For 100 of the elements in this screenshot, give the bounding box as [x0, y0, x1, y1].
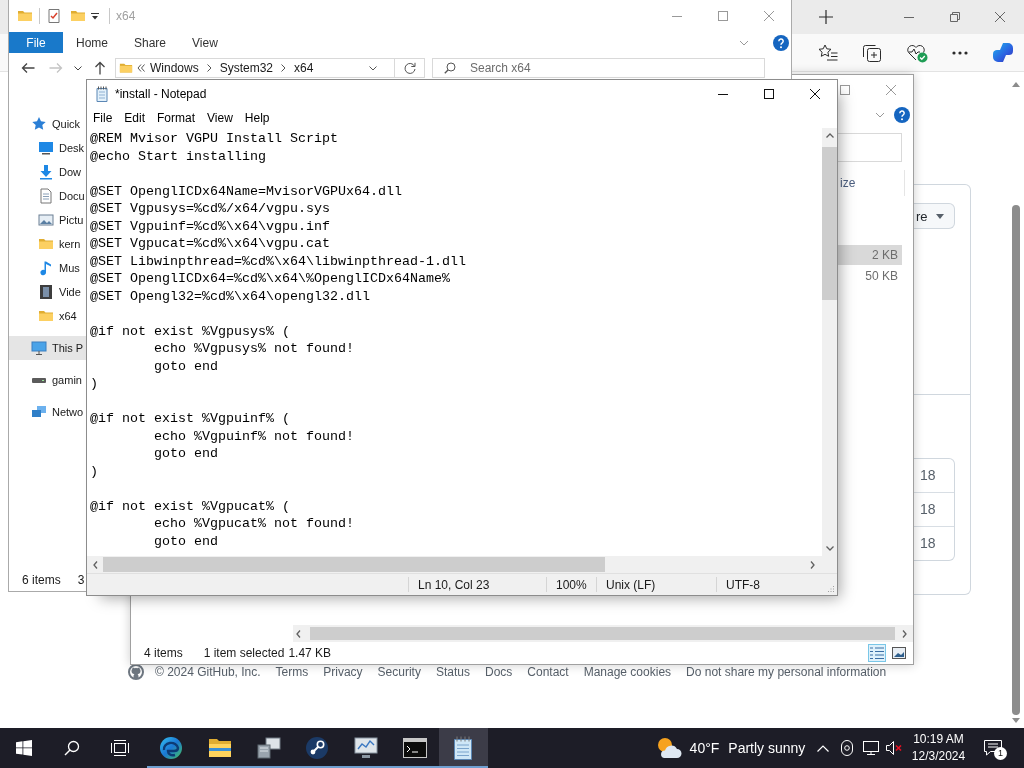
scroll-down-icon[interactable] [1012, 718, 1020, 723]
maximize-icon[interactable] [764, 89, 774, 99]
code-line: @SET Vgpusys=%cd%/x64/vgpu.sys [90, 200, 330, 218]
restore-icon[interactable] [950, 12, 960, 22]
folder-icon [38, 308, 54, 324]
address-bar[interactable]: Windows System32 x64 [115, 58, 395, 78]
footer-link[interactable]: Privacy [323, 665, 363, 679]
ribbon-tab[interactable]: Share [121, 32, 180, 53]
download-icon [38, 164, 54, 180]
breadcrumb[interactable]: System32 [219, 61, 274, 75]
sun-cloud-icon[interactable] [655, 737, 682, 759]
gradient-logo-icon[interactable] [992, 41, 1014, 64]
chevron-down-icon[interactable] [825, 546, 834, 551]
resize-grip-icon[interactable] [827, 585, 835, 593]
capsule-icon[interactable] [841, 740, 853, 756]
sidebar-item[interactable]: Desk [9, 136, 86, 160]
checklist-icon[interactable] [46, 8, 62, 24]
sidebar-item[interactable]: Vide [9, 280, 86, 304]
help-icon[interactable] [894, 107, 910, 123]
menu-item[interactable]: Edit [118, 108, 152, 128]
double-chevron-icon[interactable] [137, 64, 145, 72]
footer-link[interactable]: Contact [527, 665, 569, 679]
selection-count: 3 [77, 573, 85, 587]
sidebar-item[interactable]: kern [9, 232, 86, 256]
task-view-icon[interactable] [110, 740, 129, 756]
chevron-right-icon[interactable] [281, 64, 287, 72]
breadcrumb[interactable]: x64 [294, 61, 314, 75]
code-line: @echo Start installing [90, 147, 266, 165]
search-field[interactable]: Search x64 [432, 58, 765, 78]
chevron-down-icon[interactable] [74, 65, 82, 71]
sidebar-item[interactable]: gamin [9, 368, 86, 392]
scrollbar-thumb[interactable] [310, 627, 895, 640]
chevron-right-icon[interactable] [206, 64, 212, 72]
footer-link[interactable]: Security [377, 665, 421, 679]
up-arrow-icon[interactable] [94, 61, 106, 75]
sidebar-item[interactable]: x64 [9, 304, 86, 328]
code-line: @SET Vgpucat=%cd%\x64\vgpu.cat [90, 235, 330, 253]
refresh-button[interactable] [395, 58, 425, 78]
clock-time[interactable]: 10:19 AM [913, 731, 964, 748]
sidebar-item[interactable]: This P [9, 336, 86, 360]
scrollbar-thumb[interactable] [822, 147, 837, 300]
heart-pulse-icon[interactable] [906, 42, 928, 63]
view-button[interactable] [868, 644, 886, 662]
footer-link[interactable]: Status [435, 665, 470, 679]
sidebar-item[interactable]: Quick [9, 112, 86, 136]
code-line: @SET Libwinpthread=%cd%\x64\libwinpthread-1.dll [90, 252, 466, 270]
sidebar-item[interactable]: Mus [9, 256, 86, 280]
sidebar-item[interactable]: Pictu [9, 208, 86, 232]
footer-link[interactable]: Do not share my personal information [686, 665, 887, 679]
ribbon-tab[interactable]: Home [63, 32, 121, 53]
footer-link[interactable]: Terms [275, 665, 309, 679]
more-icon[interactable] [952, 50, 968, 55]
favorites-icon[interactable] [818, 44, 838, 61]
speaker-muted-icon[interactable] [885, 741, 902, 755]
sidebar-item[interactable]: Docu [9, 184, 86, 208]
start-icon[interactable] [15, 740, 32, 756]
round-logo-icon[interactable] [128, 664, 144, 680]
chevron-right-icon[interactable] [810, 560, 815, 569]
footer-link[interactable]: Manage cookies [583, 665, 672, 679]
footer-link[interactable]: Docs [484, 665, 513, 679]
collections-icon[interactable] [862, 43, 882, 62]
search-icon[interactable] [63, 740, 80, 756]
ribbon-menu-button[interactable]: File [9, 32, 63, 53]
dropdown-button[interactable]: re [914, 203, 955, 229]
breadcrumb[interactable]: Windows [150, 61, 199, 75]
menu-item[interactable]: View [201, 108, 239, 128]
menu-item[interactable]: Help [238, 108, 276, 128]
scrollbar-thumb[interactable] [103, 557, 605, 572]
file-size-cell[interactable]: 2 KB [838, 245, 902, 265]
scroll-up-icon[interactable] [1012, 82, 1020, 87]
menu-item[interactable]: File [87, 108, 119, 128]
network-icon[interactable] [862, 741, 879, 755]
chevron-left-icon[interactable] [93, 560, 98, 569]
caret-icon[interactable] [91, 12, 99, 20]
folder-icon [119, 61, 133, 75]
sidebar-item[interactable]: Netwo [9, 400, 86, 424]
chevron-left-icon[interactable] [296, 629, 301, 638]
minimize-icon[interactable] [718, 93, 728, 95]
notification-icon[interactable] [984, 740, 1002, 756]
back-arrow-icon[interactable] [21, 62, 35, 74]
new-tab-icon[interactable] [819, 10, 833, 24]
chevron-right-icon[interactable] [902, 629, 907, 638]
help-icon[interactable] [773, 34, 789, 51]
code-line: @if not exist %Vgpusys% ( [90, 322, 290, 340]
item-count: 6 items [22, 573, 61, 587]
sidebar-item[interactable]: Dow [9, 160, 86, 184]
weather-condition[interactable]: Partly sunny [728, 740, 806, 756]
file-size-cell[interactable]: 50 KB [838, 266, 902, 286]
chevron-down-icon[interactable] [369, 65, 377, 71]
taskbar-button[interactable] [438, 728, 488, 768]
menu-item[interactable]: Format [151, 108, 202, 128]
temperature-text[interactable]: 40°F [689, 740, 720, 756]
item-count: 4 items [144, 646, 183, 660]
clock-date[interactable]: 12/3/2024 [911, 748, 966, 765]
cursor-position: Ln 10, Col 23 [418, 577, 490, 592]
scrollbar-thumb[interactable] [1012, 205, 1020, 715]
film-icon [38, 284, 54, 300]
ribbon-tab[interactable]: View [179, 32, 231, 53]
close-icon[interactable] [810, 89, 820, 99]
view-button[interactable] [890, 644, 908, 662]
